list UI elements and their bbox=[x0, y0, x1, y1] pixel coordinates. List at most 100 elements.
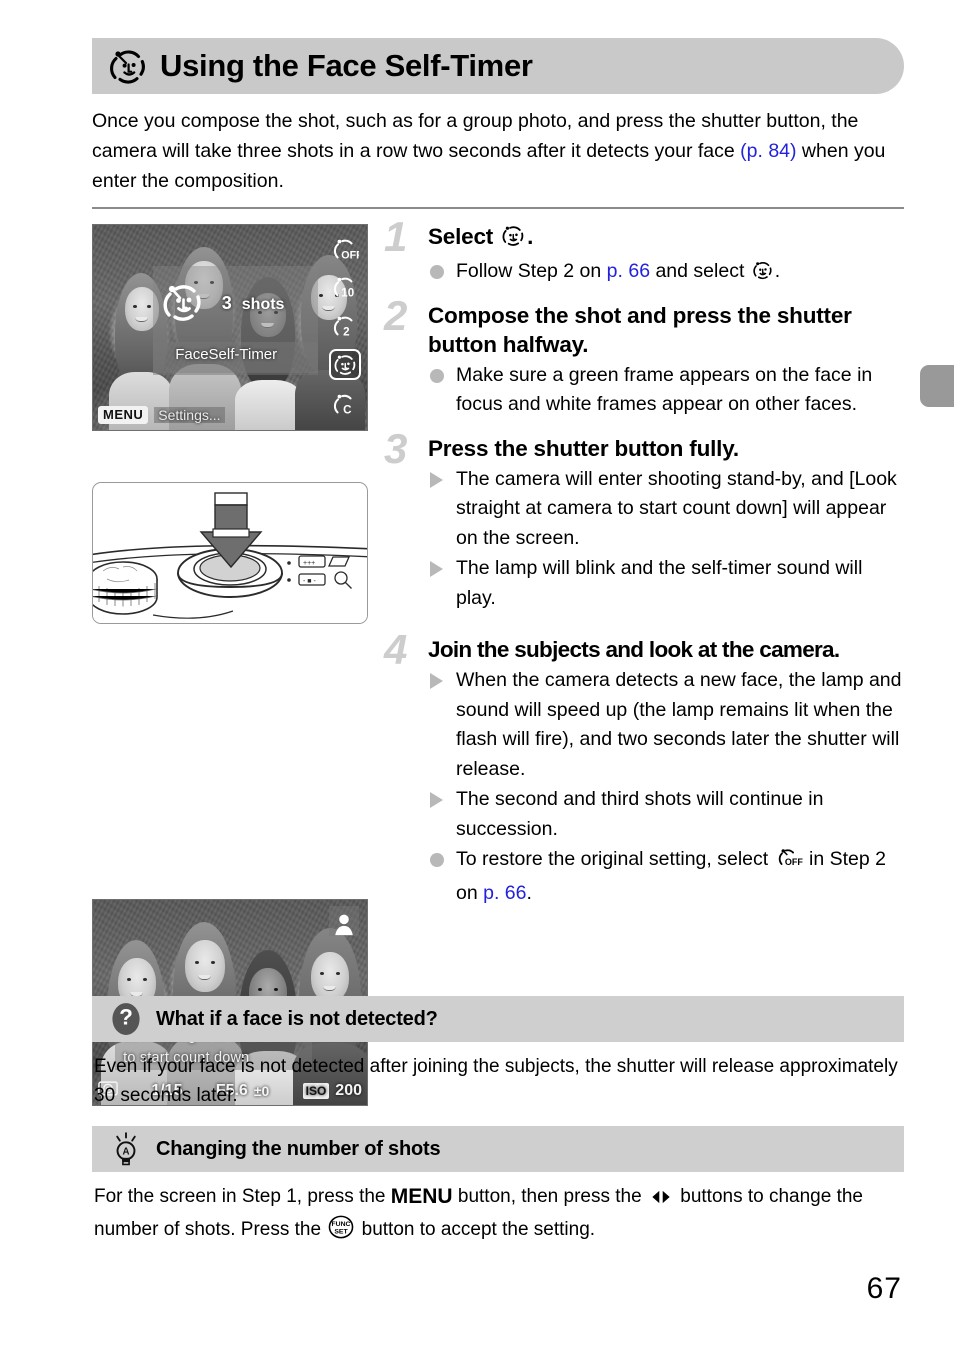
steps-column: 1 Select . Follow Step 2 on p. 66 and se… bbox=[384, 216, 904, 914]
step-bullets: Follow Step 2 on p. 66 and select . bbox=[428, 257, 904, 291]
tip-text-2: button, then press the bbox=[452, 1186, 647, 1207]
child-face bbox=[311, 952, 349, 1002]
shot-count-label: shots bbox=[241, 295, 285, 313]
step-bullets: When the camera detects a new face, the … bbox=[428, 666, 904, 908]
step-1: 1 Select . Follow Step 2 on p. 66 and se… bbox=[384, 216, 904, 291]
step-bullets: The camera will enter shooting stand-by,… bbox=[428, 465, 904, 614]
face-self-timer-icon bbox=[751, 260, 774, 291]
menu-button-chip[interactable]: MENU bbox=[98, 405, 149, 424]
timer-2s-icon[interactable]: 2 bbox=[329, 311, 361, 342]
question-section-body: Even if your face is not detected after … bbox=[94, 1056, 898, 1106]
bullet-page-ref[interactable]: p. 66 bbox=[607, 260, 650, 282]
svg-text:10: 10 bbox=[341, 287, 354, 300]
question-mark-icon: ? bbox=[104, 1002, 148, 1036]
timer-custom-icon[interactable]: C bbox=[329, 388, 361, 419]
bullet-text-middle: and select bbox=[650, 260, 750, 282]
bullet-text: When the camera detects a new face, the … bbox=[456, 669, 902, 780]
bullet-triangle-icon bbox=[430, 471, 443, 488]
svg-text:2: 2 bbox=[343, 325, 349, 338]
lightbulb-icon: A bbox=[104, 1131, 148, 1167]
step-heading: Select . bbox=[428, 222, 904, 255]
svg-text:- ■ -: - ■ - bbox=[303, 578, 316, 585]
bullet-triangle-icon bbox=[430, 561, 443, 577]
tip-text-4: button to accept the setting. bbox=[356, 1219, 596, 1240]
bullet-text-after: . bbox=[526, 881, 532, 904]
camera-top-line-art: +++ - ■ - bbox=[93, 492, 367, 623]
menu-button-glyph: MENU bbox=[390, 1185, 453, 1208]
bullet-item: Follow Step 2 on p. 66 and select . bbox=[428, 257, 904, 291]
figure-screen-timer-menu: 3 shots FaceSelf-Timer OFF bbox=[92, 224, 368, 431]
timer-off-icon: OFF bbox=[775, 846, 803, 879]
section-header: Using the Face Self-Timer bbox=[92, 38, 904, 94]
bullet-item: Make sure a green frame appears on the f… bbox=[428, 361, 904, 420]
timer-10s-icon[interactable]: 10 bbox=[329, 272, 361, 303]
timer-face-icon-selected[interactable] bbox=[329, 349, 361, 381]
face-self-timer-icon bbox=[500, 224, 526, 255]
section-divider bbox=[92, 207, 904, 209]
child-face bbox=[185, 940, 225, 992]
timer-options-column[interactable]: OFF 10 bbox=[326, 231, 364, 425]
svg-text:?: ? bbox=[119, 1005, 133, 1030]
svg-text:C: C bbox=[343, 403, 352, 416]
step-2: 2 Compose the shot and press the shutter… bbox=[384, 294, 904, 420]
svg-text:SET: SET bbox=[335, 1228, 349, 1235]
func-set-button-icon: FUNC SET bbox=[327, 1215, 355, 1248]
step-3: 3 Press the shutter button fully. The ca… bbox=[384, 427, 904, 614]
step-number: 3 bbox=[384, 424, 408, 472]
bullet-text: The lamp will blink and the self-timer s… bbox=[456, 557, 863, 609]
question-section-header: ? What if a face is not detected? bbox=[92, 996, 904, 1042]
portrait-detect-icon bbox=[329, 906, 359, 936]
step-4: 4 Join the subjects and look at the came… bbox=[384, 629, 904, 908]
intro-paragraph: Once you compose the shot, such as for a… bbox=[92, 106, 904, 196]
svg-text:A: A bbox=[123, 1146, 130, 1157]
bullet-triangle-icon bbox=[430, 792, 443, 808]
menu-settings-label: Settings... bbox=[154, 406, 225, 423]
step-heading: Press the shutter button fully. bbox=[428, 435, 739, 461]
bullet-triangle-icon bbox=[430, 673, 443, 689]
step-heading: Compose the shot and press the shutter b… bbox=[428, 302, 852, 357]
bullet-item: When the camera detects a new face, the … bbox=[428, 666, 904, 784]
bullet-item: The second and third shots will continue… bbox=[428, 785, 904, 844]
intro-page-ref[interactable]: (p. 84) bbox=[740, 140, 796, 162]
child-body bbox=[235, 380, 303, 430]
bullet-item: The lamp will blink and the self-timer s… bbox=[428, 554, 904, 613]
step-number: 4 bbox=[384, 626, 408, 673]
menu-hint-row: MENU Settings... bbox=[98, 405, 225, 424]
bullet-dot-icon bbox=[430, 368, 444, 383]
step-bullets: Make sure a green frame appears on the f… bbox=[428, 361, 904, 420]
bullet-dot-icon bbox=[430, 265, 444, 279]
bullet-item: The camera will enter shooting stand-by,… bbox=[428, 465, 904, 554]
svg-text:FUNC: FUNC bbox=[332, 1221, 351, 1228]
bullet-text-after: . bbox=[774, 260, 781, 282]
step-heading-text: Select bbox=[428, 224, 500, 249]
tip-section-body: For the screen in Step 1, press the MENU… bbox=[94, 1182, 904, 1248]
bullet-text: Make sure a green frame appears on the f… bbox=[456, 363, 873, 416]
chapter-thumb-tab bbox=[920, 365, 954, 407]
shot-count-value: 3 bbox=[221, 292, 232, 313]
step-number: 1 bbox=[384, 213, 408, 260]
svg-text:+++: +++ bbox=[303, 560, 315, 567]
question-section-title: What if a face is not detected? bbox=[156, 1007, 438, 1030]
page-title: Using the Face Self-Timer bbox=[160, 48, 533, 83]
step-heading-suffix: . bbox=[527, 224, 534, 249]
face-self-timer-icon bbox=[106, 46, 152, 86]
page-number: 67 bbox=[866, 1272, 902, 1305]
bullet-text: Follow Step 2 on bbox=[456, 260, 607, 282]
timer-off-icon[interactable]: OFF bbox=[329, 233, 361, 264]
bullet-text: To restore the original setting, select bbox=[456, 848, 774, 870]
bullet-dot-icon bbox=[430, 853, 444, 867]
face-self-timer-icon bbox=[159, 278, 205, 324]
left-right-arrows-icon bbox=[648, 1186, 674, 1215]
tip-section-header: A Changing the number of shots bbox=[92, 1126, 904, 1172]
step-heading: Join the subjects and look at the camera… bbox=[428, 637, 840, 662]
mode-name-label: FaceSelf-Timer bbox=[175, 345, 278, 363]
step-number: 2 bbox=[384, 291, 408, 339]
figure-shutter-button-illustration: +++ - ■ - bbox=[92, 482, 368, 624]
svg-text:OFF: OFF bbox=[784, 857, 802, 867]
bullet-page-ref[interactable]: p. 66 bbox=[483, 882, 526, 904]
manual-page: Using the Face Self-Timer Once you compo… bbox=[0, 0, 954, 1345]
tip-text-1: For the screen in Step 1, press the bbox=[94, 1186, 391, 1207]
bullet-text: The second and third shots will continue… bbox=[456, 788, 824, 840]
bullet-text: The camera will enter shooting stand-by,… bbox=[456, 467, 897, 549]
shot-count-display: 3 shots bbox=[222, 293, 285, 314]
